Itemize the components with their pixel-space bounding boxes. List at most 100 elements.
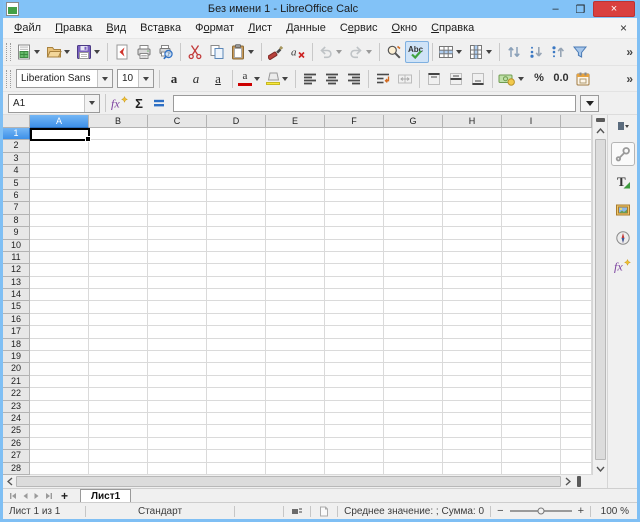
cell-b13[interactable] [89, 277, 148, 289]
previous-sheet-button[interactable] [19, 490, 31, 502]
menu-сервис[interactable]: Сервис [333, 19, 385, 37]
zoom-slider[interactable]: − + [491, 506, 590, 517]
cell-i15[interactable] [502, 301, 561, 313]
cell-e11[interactable] [266, 252, 325, 264]
row-header-10[interactable]: 10 [3, 240, 30, 252]
cell-e24[interactable] [266, 413, 325, 425]
cell-h9[interactable] [443, 227, 502, 239]
cell-partial-15[interactable] [561, 301, 592, 313]
cell-b5[interactable] [89, 178, 148, 190]
chevron-down-icon[interactable] [456, 50, 462, 54]
open-button[interactable] [44, 41, 74, 63]
cell-i5[interactable] [502, 178, 561, 190]
cell-h10[interactable] [443, 240, 502, 252]
cell-b6[interactable] [89, 190, 148, 202]
paste-button[interactable] [228, 41, 258, 63]
align-center-button[interactable] [321, 68, 343, 90]
align-right-button[interactable] [343, 68, 365, 90]
cell-h7[interactable] [443, 202, 502, 214]
cell-i18[interactable] [502, 339, 561, 351]
cell-i4[interactable] [502, 165, 561, 177]
cell-g18[interactable] [384, 339, 443, 351]
cell-g21[interactable] [384, 376, 443, 388]
align-top-button[interactable] [423, 68, 445, 90]
cell-d5[interactable] [207, 178, 266, 190]
cell-g20[interactable] [384, 363, 443, 375]
cell-g23[interactable] [384, 401, 443, 413]
cell-a25[interactable] [30, 425, 89, 437]
cell-i22[interactable] [502, 388, 561, 400]
cell-h18[interactable] [443, 339, 502, 351]
cell-d17[interactable] [207, 326, 266, 338]
column-header-h[interactable]: H [443, 115, 502, 128]
cell-h17[interactable] [443, 326, 502, 338]
cell-b4[interactable] [89, 165, 148, 177]
row-header-22[interactable]: 22 [3, 388, 30, 400]
cell-h24[interactable] [443, 413, 502, 425]
clone-formatting-button[interactable] [265, 41, 287, 63]
cell-f1[interactable] [325, 128, 384, 140]
cell-i7[interactable] [502, 202, 561, 214]
cell-i6[interactable] [502, 190, 561, 202]
cell-f26[interactable] [325, 438, 384, 450]
cell-d11[interactable] [207, 252, 266, 264]
cell-e27[interactable] [266, 450, 325, 462]
sidebar-tab-functions[interactable]: fx [611, 254, 635, 278]
cell-e12[interactable] [266, 264, 325, 276]
export-pdf-button[interactable] [111, 41, 133, 63]
cell-g2[interactable] [384, 140, 443, 152]
chevron-down-icon[interactable] [97, 70, 112, 87]
row-header-19[interactable]: 19 [3, 351, 30, 363]
cell-a9[interactable] [30, 227, 89, 239]
cell-partial-16[interactable] [561, 314, 592, 326]
name-box[interactable]: A1 [8, 94, 100, 113]
cell-partial-25[interactable] [561, 425, 592, 437]
cell-b18[interactable] [89, 339, 148, 351]
row-header-8[interactable]: 8 [3, 215, 30, 227]
cell-h14[interactable] [443, 289, 502, 301]
cell-g14[interactable] [384, 289, 443, 301]
cell-partial-8[interactable] [561, 215, 592, 227]
cell-e22[interactable] [266, 388, 325, 400]
cell-i3[interactable] [502, 153, 561, 165]
row-header-28[interactable]: 28 [3, 463, 30, 475]
cell-a26[interactable] [30, 438, 89, 450]
cell-c16[interactable] [148, 314, 207, 326]
chevron-down-icon[interactable] [336, 50, 342, 54]
cell-f21[interactable] [325, 376, 384, 388]
redo-button[interactable] [346, 41, 376, 63]
menu-данные[interactable]: Данные [279, 19, 333, 37]
zoom-out-button[interactable]: − [497, 506, 503, 517]
cell-b26[interactable] [89, 438, 148, 450]
cell-partial-1[interactable] [561, 128, 592, 140]
chevron-down-icon[interactable] [486, 50, 492, 54]
cell-h16[interactable] [443, 314, 502, 326]
cell-c24[interactable] [148, 413, 207, 425]
cell-a12[interactable] [30, 264, 89, 276]
row-header-21[interactable]: 21 [3, 376, 30, 388]
cell-partial-4[interactable] [561, 165, 592, 177]
merge-cells-button[interactable] [394, 68, 416, 90]
cell-c2[interactable] [148, 140, 207, 152]
cell-a14[interactable] [30, 289, 89, 301]
row-header-9[interactable]: 9 [3, 227, 30, 239]
cell-d15[interactable] [207, 301, 266, 313]
cell-d1[interactable] [207, 128, 266, 140]
cell-c22[interactable] [148, 388, 207, 400]
cell-i16[interactable] [502, 314, 561, 326]
chevron-down-icon[interactable] [94, 50, 100, 54]
column-header-i[interactable]: I [502, 115, 561, 128]
toolbar-grip[interactable] [6, 70, 11, 88]
cell-g24[interactable] [384, 413, 443, 425]
cell-d24[interactable] [207, 413, 266, 425]
cell-a7[interactable] [30, 202, 89, 214]
toolbar-grip[interactable] [6, 43, 11, 61]
cell-d10[interactable] [207, 240, 266, 252]
cell-e5[interactable] [266, 178, 325, 190]
row-header-24[interactable]: 24 [3, 413, 30, 425]
cell-f12[interactable] [325, 264, 384, 276]
font-name-select[interactable]: Liberation Sans [16, 69, 113, 88]
cell-d14[interactable] [207, 289, 266, 301]
cell-a10[interactable] [30, 240, 89, 252]
cell-i11[interactable] [502, 252, 561, 264]
